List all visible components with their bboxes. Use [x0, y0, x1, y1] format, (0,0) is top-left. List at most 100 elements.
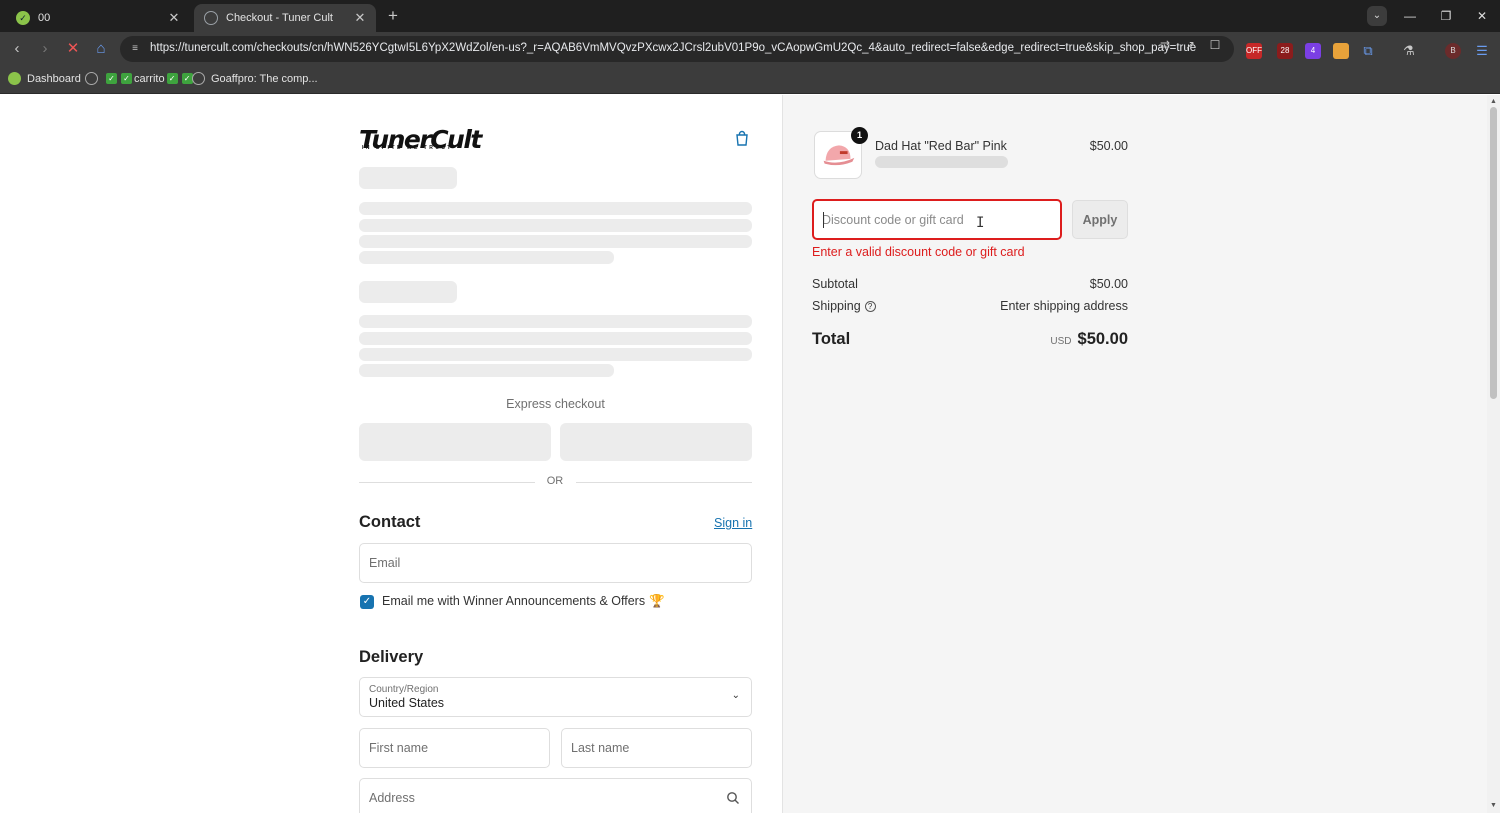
tab-title: Checkout - Tuner Cult: [226, 12, 333, 24]
tab-00[interactable]: ✓ 00 ✕: [6, 4, 190, 32]
express-checkout-button[interactable]: [560, 423, 752, 461]
skeleton-line: [875, 156, 1008, 168]
home-icon[interactable]: ⌂: [92, 40, 110, 58]
shopping-bag-icon[interactable]: [734, 130, 750, 146]
extension-coupon-icon[interactable]: 4: [1305, 43, 1321, 59]
page-scrollbar[interactable]: ▲ ▼: [1487, 95, 1500, 813]
help-icon[interactable]: ?: [864, 301, 876, 313]
first-name-field[interactable]: First name: [359, 728, 550, 768]
back-icon[interactable]: ‹: [8, 40, 26, 58]
minimize-icon[interactable]: —: [1400, 6, 1420, 26]
contact-heading: Contact: [359, 513, 421, 531]
labs-flask-icon[interactable]: ⚗: [1401, 43, 1417, 59]
forward-icon[interactable]: ›: [36, 40, 54, 58]
total-amount: $50.00: [1077, 330, 1128, 348]
country-select[interactable]: Country/Region United States ⌄: [359, 677, 752, 717]
subtotal-value: $50.00: [1089, 277, 1128, 291]
loading-favicon-icon: [204, 11, 218, 25]
profile-avatar-icon[interactable]: B: [1445, 43, 1461, 59]
total-label: Total: [812, 330, 851, 348]
express-checkout-button[interactable]: [359, 423, 551, 461]
discount-error-message: Enter a valid discount code or gift card: [812, 245, 1025, 259]
browser-toolbar: ‹ › ✕ ⌂ ≡ https://tunercult.com/checkout…: [0, 32, 1500, 66]
checkout-page: TunerCult IN SPITE WE TRUST Express chec…: [0, 95, 1487, 813]
bookmark-carrito[interactable]: ✓ ✓ carrito ✓ ✓: [85, 72, 195, 85]
email-placeholder: Email: [369, 556, 401, 570]
skeleton-heading: [359, 281, 457, 303]
marketing-checkbox[interactable]: ✓: [360, 595, 374, 609]
close-tab-icon[interactable]: ✕: [166, 10, 182, 26]
close-tab-icon[interactable]: ✕: [352, 10, 368, 26]
dashboard-favicon-icon: [8, 72, 21, 85]
scrollbar-thumb[interactable]: [1490, 107, 1497, 399]
skeleton-line: [359, 348, 752, 361]
express-checkout-label: Express checkout: [506, 397, 605, 411]
trophy-icon: 🏆: [649, 594, 665, 608]
subtotal-label: Subtotal: [812, 277, 858, 291]
delivery-heading: Delivery: [359, 648, 424, 666]
scroll-down-icon[interactable]: ▼: [1489, 801, 1498, 810]
skeleton-line: [359, 235, 752, 248]
extensions-puzzle-icon[interactable]: ⧉: [1360, 43, 1376, 59]
check-icon: ✓: [121, 73, 132, 84]
skeleton-line: [359, 219, 752, 232]
skeleton-line: [359, 332, 752, 345]
logo-tagline: IN SPITE WE TRUST: [362, 145, 453, 151]
translate-icon[interactable]: ⇄: [1157, 37, 1173, 53]
sign-in-link[interactable]: Sign in: [714, 516, 752, 530]
restore-icon[interactable]: ❐: [1436, 6, 1456, 26]
product-price: $50.00: [1089, 139, 1128, 153]
share-icon[interactable]: ↗: [1182, 37, 1198, 53]
globe-icon: [192, 72, 205, 85]
site-info-icon[interactable]: ≡: [128, 42, 142, 56]
divider: [359, 482, 535, 483]
text-caret: [823, 212, 824, 228]
apply-button[interactable]: Apply: [1072, 200, 1128, 239]
checkmark-favicon-icon: ✓: [16, 11, 30, 25]
marketing-checkbox-label: Email me with Winner Announcements & Off…: [382, 594, 665, 608]
or-divider-label: OR: [546, 475, 564, 487]
product-name: Dad Hat "Red Bar" Pink: [875, 139, 1007, 153]
email-field[interactable]: Email: [359, 543, 752, 583]
shipping-label: Shipping?: [812, 299, 876, 313]
extension-calendar-icon[interactable]: 28: [1277, 43, 1293, 59]
bookmark-star-icon[interactable]: ☐: [1207, 37, 1223, 53]
chevron-down-icon: ⌄: [731, 690, 740, 701]
skeleton-line: [359, 251, 614, 264]
skeleton-heading: [359, 167, 457, 189]
tab-search-icon[interactable]: ⌄: [1367, 6, 1387, 26]
tab-title: 00: [38, 12, 51, 24]
check-icon: ✓: [181, 73, 193, 84]
close-window-icon[interactable]: ✕: [1472, 6, 1492, 26]
stop-loading-icon[interactable]: ✕: [64, 40, 82, 58]
address-field[interactable]: Address: [359, 778, 752, 813]
extension-shop-icon[interactable]: [1333, 43, 1349, 59]
last-name-field[interactable]: Last name: [561, 728, 752, 768]
skeleton-line: [359, 364, 614, 377]
tab-checkout[interactable]: Checkout - Tuner Cult ✕: [194, 4, 376, 32]
bookmark-goaffpro[interactable]: Goaffpro: The comp...: [192, 72, 318, 85]
check-icon: ✓: [106, 73, 117, 84]
tab-strip: ✓ 00 ✕ Checkout - Tuner Cult ✕ + ⌄ — ❐ ✕: [0, 0, 1500, 32]
quantity-badge: 1: [851, 127, 868, 144]
text-cursor-icon: I: [976, 215, 985, 231]
divider: [576, 482, 752, 483]
shipping-value: Enter shipping address: [1000, 299, 1128, 313]
skeleton-line: [359, 202, 752, 215]
extension-off-icon[interactable]: OFF: [1246, 43, 1262, 59]
bookmarks-bar: Dashboard ✓ ✓ carrito ✓ ✓ Goaffpro: The co…: [0, 66, 1500, 94]
currency-code: USD: [1050, 336, 1072, 347]
address-bar[interactable]: ≡ https://tunercult.com/checkouts/cn/hWN…: [120, 36, 1234, 62]
bookmark-dashboard[interactable]: Dashboard: [8, 72, 81, 85]
search-icon: [727, 792, 739, 804]
scroll-up-icon[interactable]: ▲: [1489, 97, 1498, 106]
menu-icon[interactable]: ☰: [1474, 43, 1490, 59]
discount-field[interactable]: [812, 199, 1062, 240]
url-text[interactable]: https://tunercult.com/checkouts/cn/hWN52…: [150, 42, 1196, 54]
check-icon: ✓: [166, 73, 178, 84]
country-value: United States: [369, 696, 445, 710]
total-value: USD $50.00: [928, 330, 1128, 349]
new-tab-icon[interactable]: +: [384, 7, 402, 25]
discount-input[interactable]: [822, 201, 1052, 238]
globe-icon: [85, 72, 98, 85]
